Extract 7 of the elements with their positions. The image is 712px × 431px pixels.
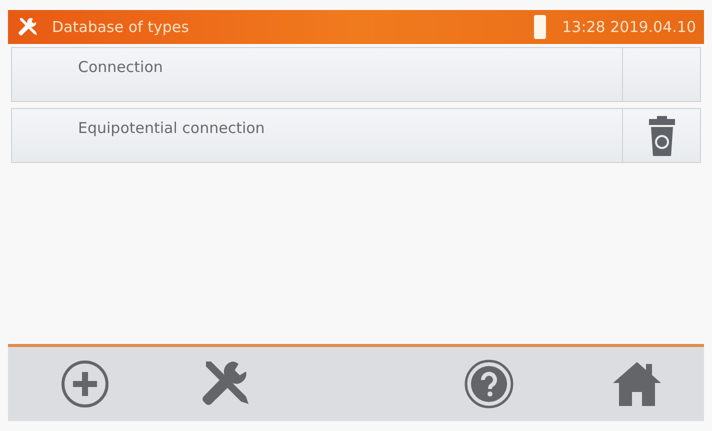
window-title: Database of types: [52, 16, 189, 38]
help-icon[interactable]: [464, 359, 514, 409]
battery-icon: [534, 15, 546, 39]
home-icon[interactable]: [612, 360, 662, 408]
add-icon[interactable]: [60, 359, 110, 409]
date-time: 13:28 2019.04.10: [562, 16, 696, 38]
trash-icon[interactable]: [646, 114, 676, 158]
